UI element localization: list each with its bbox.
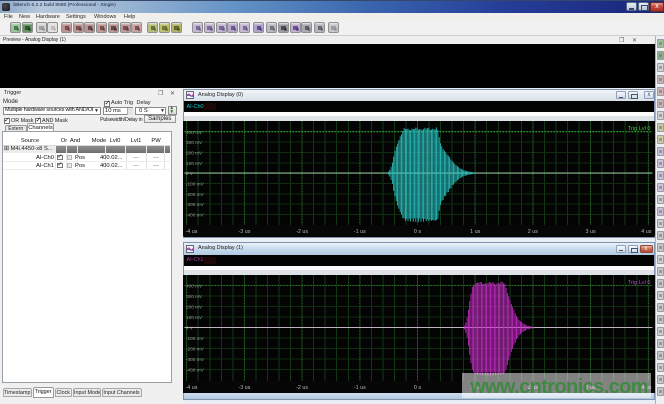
svg-text:1 us: 1 us (470, 229, 480, 235)
svg-text:-300 mV: -300 mV (186, 357, 205, 362)
svg-text:-200 mV: -200 mV (186, 192, 205, 197)
svg-text:2 us: 2 us (527, 229, 537, 235)
svg-text:300 mV: 300 mV (186, 294, 203, 299)
svg-text:0 s: 0 s (413, 229, 420, 235)
svg-text:200 mV: 200 mV (186, 151, 203, 156)
svg-text:-400 mV: -400 mV (186, 368, 205, 373)
svg-text:Trig Lvl 0: Trig Lvl 0 (627, 280, 650, 286)
svg-text:400 mV: 400 mV (186, 284, 203, 289)
svg-text:-1 us: -1 us (353, 229, 365, 235)
svg-text:-200 mV: -200 mV (186, 347, 205, 352)
svg-text:200 mV: 200 mV (186, 305, 203, 310)
svg-text:-2 us: -2 us (296, 229, 308, 235)
svg-text:0 V: 0 V (186, 326, 194, 331)
svg-text:-300 mV: -300 mV (186, 202, 205, 207)
svg-text:0 s: 0 s (413, 385, 420, 391)
svg-text:3 us: 3 us (585, 229, 595, 235)
svg-text:100 mV: 100 mV (186, 161, 203, 166)
svg-text:100 mV: 100 mV (186, 315, 203, 320)
svg-text:-100 mV: -100 mV (186, 336, 205, 341)
svg-text:-2 us: -2 us (296, 385, 308, 391)
svg-text:300 mV: 300 mV (186, 140, 203, 145)
svg-text:-4 us: -4 us (185, 385, 197, 391)
svg-text:-3 us: -3 us (238, 229, 250, 235)
svg-text:400 mV: 400 mV (186, 130, 203, 135)
svg-text:Trig Lvl 0: Trig Lvl 0 (627, 126, 650, 132)
svg-text:0 V: 0 V (186, 171, 194, 176)
svg-text:-3 us: -3 us (238, 385, 250, 391)
svg-text:-1 us: -1 us (353, 385, 365, 391)
svg-text:-400 mV: -400 mV (186, 213, 205, 218)
svg-text:-4 us: -4 us (185, 229, 197, 235)
svg-text:-100 mV: -100 mV (186, 182, 205, 187)
svg-text:4 us: 4 us (641, 229, 651, 235)
